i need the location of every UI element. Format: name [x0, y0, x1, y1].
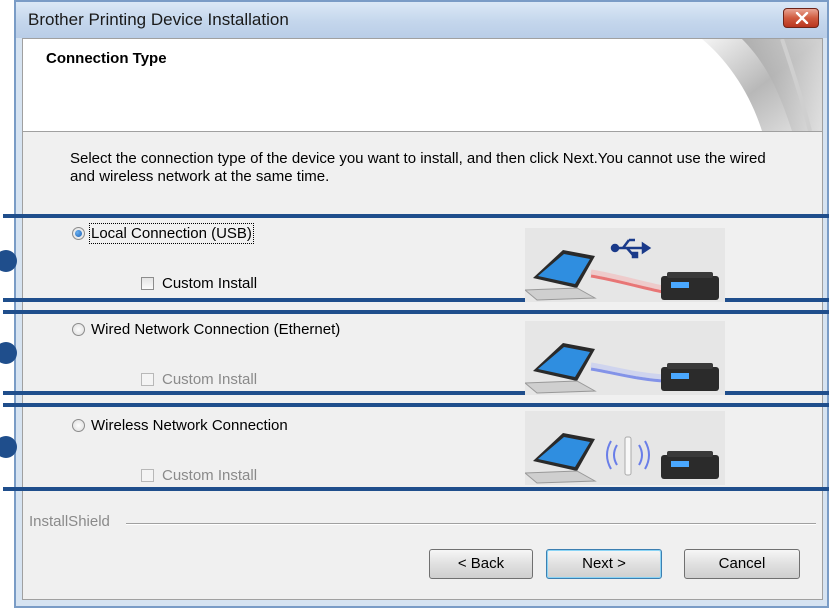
installshield-label: InstallShield — [29, 513, 110, 530]
checkbox-label: Custom Install — [162, 274, 258, 292]
usb-connection-illustration — [525, 228, 725, 302]
next-button[interactable]: Next > — [546, 549, 662, 579]
dialog-content: Connection Type Select the connection ty… — [0, 38, 829, 600]
instruction-text: Select the connection type of the device… — [70, 150, 766, 185]
checkbox-label: Custom Install — [162, 370, 258, 388]
checkbox-custom-install-wired[interactable]: Custom Install — [141, 369, 257, 389]
cancel-button[interactable]: Cancel — [684, 549, 800, 579]
checkbox-label: Custom Install — [162, 466, 258, 484]
radio-wireless[interactable]: Wireless Network Connection — [72, 415, 288, 435]
radio-button[interactable] — [72, 226, 85, 240]
checkbox-custom-install-wireless[interactable]: Custom Install — [141, 465, 257, 485]
installer-window: Brother Printing Device Installation Con… — [0, 0, 829, 608]
option-label: Local Connection (USB) — [89, 222, 254, 244]
title-bar[interactable]: Brother Printing Device Installation — [16, 2, 827, 38]
annotation-bullet — [0, 342, 17, 364]
header-panel: Connection Type — [23, 39, 822, 132]
ethernet-connection-illustration — [525, 321, 725, 395]
annotation-line — [3, 403, 829, 407]
back-button[interactable]: < Back — [429, 549, 533, 579]
radio-local-usb[interactable]: Local Connection (USB) — [72, 222, 254, 244]
checkbox-custom-install-usb[interactable]: Custom Install — [141, 273, 257, 293]
radio-button[interactable] — [72, 322, 85, 336]
radio-button[interactable] — [72, 418, 85, 432]
option-label: Wireless Network Connection — [91, 416, 288, 434]
annotation-bullet — [0, 436, 17, 458]
checkbox[interactable] — [141, 276, 154, 290]
annotation-bullet — [0, 250, 17, 272]
page-curl-graphic — [702, 39, 822, 131]
close-icon — [795, 12, 809, 24]
wireless-connection-illustration — [525, 411, 725, 485]
annotation-line — [3, 310, 829, 314]
option-label: Wired Network Connection (Ethernet) — [91, 320, 341, 338]
footer-divider — [126, 523, 816, 525]
page-title: Connection Type — [46, 50, 167, 67]
radio-wired-ethernet[interactable]: Wired Network Connection (Ethernet) — [72, 319, 340, 339]
annotation-line — [3, 214, 829, 218]
annotation-line — [3, 487, 829, 491]
checkbox[interactable] — [141, 372, 154, 386]
close-button[interactable] — [783, 8, 819, 28]
checkbox[interactable] — [141, 468, 154, 482]
window-title: Brother Printing Device Installation — [28, 10, 289, 29]
